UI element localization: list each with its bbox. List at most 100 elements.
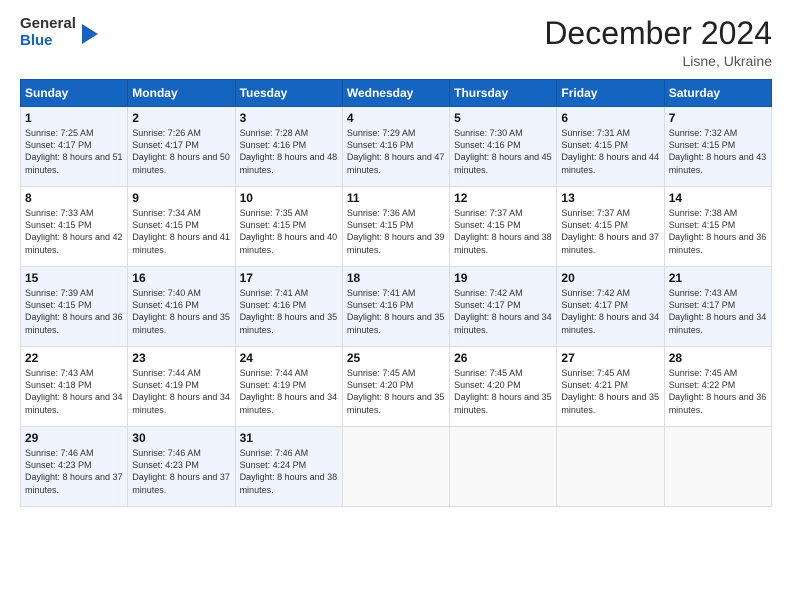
cell-info: Sunrise: 7:41 AMSunset: 4:16 PMDaylight:… bbox=[347, 288, 445, 334]
cell-info: Sunrise: 7:44 AMSunset: 4:19 PMDaylight:… bbox=[132, 368, 230, 414]
table-row: 18 Sunrise: 7:41 AMSunset: 4:16 PMDaylig… bbox=[342, 267, 449, 347]
table-row: 31 Sunrise: 7:46 AMSunset: 4:24 PMDaylig… bbox=[235, 427, 342, 507]
table-row: 14 Sunrise: 7:38 AMSunset: 4:15 PMDaylig… bbox=[664, 187, 771, 267]
month-title: December 2024 bbox=[544, 16, 772, 51]
day-number: 16 bbox=[132, 271, 230, 285]
cell-info: Sunrise: 7:25 AMSunset: 4:17 PMDaylight:… bbox=[25, 128, 123, 174]
table-row: 4 Sunrise: 7:29 AMSunset: 4:16 PMDayligh… bbox=[342, 107, 449, 187]
table-row: 2 Sunrise: 7:26 AMSunset: 4:17 PMDayligh… bbox=[128, 107, 235, 187]
table-row bbox=[450, 427, 557, 507]
table-row: 16 Sunrise: 7:40 AMSunset: 4:16 PMDaylig… bbox=[128, 267, 235, 347]
day-number: 8 bbox=[25, 191, 123, 205]
cell-info: Sunrise: 7:45 AMSunset: 4:22 PMDaylight:… bbox=[669, 368, 767, 414]
col-tuesday: Tuesday bbox=[235, 80, 342, 107]
table-row: 25 Sunrise: 7:45 AMSunset: 4:20 PMDaylig… bbox=[342, 347, 449, 427]
cell-info: Sunrise: 7:33 AMSunset: 4:15 PMDaylight:… bbox=[25, 208, 123, 254]
day-number: 21 bbox=[669, 271, 767, 285]
day-number: 17 bbox=[240, 271, 338, 285]
table-row: 21 Sunrise: 7:43 AMSunset: 4:17 PMDaylig… bbox=[664, 267, 771, 347]
table-row: 26 Sunrise: 7:45 AMSunset: 4:20 PMDaylig… bbox=[450, 347, 557, 427]
cell-info: Sunrise: 7:40 AMSunset: 4:16 PMDaylight:… bbox=[132, 288, 230, 334]
cell-info: Sunrise: 7:35 AMSunset: 4:15 PMDaylight:… bbox=[240, 208, 338, 254]
table-row: 3 Sunrise: 7:28 AMSunset: 4:16 PMDayligh… bbox=[235, 107, 342, 187]
logo: General Blue bbox=[20, 16, 100, 49]
calendar-table: Sunday Monday Tuesday Wednesday Thursday… bbox=[20, 79, 772, 507]
day-number: 4 bbox=[347, 111, 445, 125]
day-number: 7 bbox=[669, 111, 767, 125]
cell-info: Sunrise: 7:34 AMSunset: 4:15 PMDaylight:… bbox=[132, 208, 230, 254]
calendar-week-row: 15 Sunrise: 7:39 AMSunset: 4:15 PMDaylig… bbox=[21, 267, 772, 347]
col-sunday: Sunday bbox=[21, 80, 128, 107]
col-saturday: Saturday bbox=[664, 80, 771, 107]
table-row bbox=[664, 427, 771, 507]
cell-info: Sunrise: 7:45 AMSunset: 4:20 PMDaylight:… bbox=[454, 368, 552, 414]
cell-info: Sunrise: 7:30 AMSunset: 4:16 PMDaylight:… bbox=[454, 128, 552, 174]
cell-info: Sunrise: 7:29 AMSunset: 4:16 PMDaylight:… bbox=[347, 128, 445, 174]
table-row: 30 Sunrise: 7:46 AMSunset: 4:23 PMDaylig… bbox=[128, 427, 235, 507]
day-number: 1 bbox=[25, 111, 123, 125]
table-row: 17 Sunrise: 7:41 AMSunset: 4:16 PMDaylig… bbox=[235, 267, 342, 347]
day-number: 3 bbox=[240, 111, 338, 125]
day-number: 25 bbox=[347, 351, 445, 365]
table-row: 28 Sunrise: 7:45 AMSunset: 4:22 PMDaylig… bbox=[664, 347, 771, 427]
table-row: 9 Sunrise: 7:34 AMSunset: 4:15 PMDayligh… bbox=[128, 187, 235, 267]
table-row: 5 Sunrise: 7:30 AMSunset: 4:16 PMDayligh… bbox=[450, 107, 557, 187]
table-row: 15 Sunrise: 7:39 AMSunset: 4:15 PMDaylig… bbox=[21, 267, 128, 347]
day-number: 10 bbox=[240, 191, 338, 205]
day-number: 18 bbox=[347, 271, 445, 285]
day-number: 19 bbox=[454, 271, 552, 285]
cell-info: Sunrise: 7:45 AMSunset: 4:20 PMDaylight:… bbox=[347, 368, 445, 414]
table-row: 13 Sunrise: 7:37 AMSunset: 4:15 PMDaylig… bbox=[557, 187, 664, 267]
day-number: 23 bbox=[132, 351, 230, 365]
cell-info: Sunrise: 7:28 AMSunset: 4:16 PMDaylight:… bbox=[240, 128, 338, 174]
cell-info: Sunrise: 7:46 AMSunset: 4:23 PMDaylight:… bbox=[25, 448, 123, 494]
table-row: 29 Sunrise: 7:46 AMSunset: 4:23 PMDaylig… bbox=[21, 427, 128, 507]
day-number: 28 bbox=[669, 351, 767, 365]
day-number: 24 bbox=[240, 351, 338, 365]
cell-info: Sunrise: 7:31 AMSunset: 4:15 PMDaylight:… bbox=[561, 128, 659, 174]
table-row: 22 Sunrise: 7:43 AMSunset: 4:18 PMDaylig… bbox=[21, 347, 128, 427]
day-number: 9 bbox=[132, 191, 230, 205]
day-number: 5 bbox=[454, 111, 552, 125]
cell-info: Sunrise: 7:45 AMSunset: 4:21 PMDaylight:… bbox=[561, 368, 659, 414]
table-row bbox=[342, 427, 449, 507]
table-row: 20 Sunrise: 7:42 AMSunset: 4:17 PMDaylig… bbox=[557, 267, 664, 347]
logo-general: General bbox=[20, 16, 76, 33]
day-number: 30 bbox=[132, 431, 230, 445]
cell-info: Sunrise: 7:44 AMSunset: 4:19 PMDaylight:… bbox=[240, 368, 338, 414]
cell-info: Sunrise: 7:26 AMSunset: 4:17 PMDaylight:… bbox=[132, 128, 230, 174]
calendar-week-row: 22 Sunrise: 7:43 AMSunset: 4:18 PMDaylig… bbox=[21, 347, 772, 427]
day-number: 6 bbox=[561, 111, 659, 125]
cell-info: Sunrise: 7:42 AMSunset: 4:17 PMDaylight:… bbox=[561, 288, 659, 334]
col-friday: Friday bbox=[557, 80, 664, 107]
day-number: 11 bbox=[347, 191, 445, 205]
calendar-header-row: Sunday Monday Tuesday Wednesday Thursday… bbox=[21, 80, 772, 107]
calendar-week-row: 1 Sunrise: 7:25 AMSunset: 4:17 PMDayligh… bbox=[21, 107, 772, 187]
table-row: 10 Sunrise: 7:35 AMSunset: 4:15 PMDaylig… bbox=[235, 187, 342, 267]
day-number: 22 bbox=[25, 351, 123, 365]
table-row: 7 Sunrise: 7:32 AMSunset: 4:15 PMDayligh… bbox=[664, 107, 771, 187]
day-number: 20 bbox=[561, 271, 659, 285]
cell-info: Sunrise: 7:37 AMSunset: 4:15 PMDaylight:… bbox=[454, 208, 552, 254]
table-row: 27 Sunrise: 7:45 AMSunset: 4:21 PMDaylig… bbox=[557, 347, 664, 427]
table-row: 6 Sunrise: 7:31 AMSunset: 4:15 PMDayligh… bbox=[557, 107, 664, 187]
cell-info: Sunrise: 7:32 AMSunset: 4:15 PMDaylight:… bbox=[669, 128, 767, 174]
page: General Blue December 2024 Lisne, Ukrain… bbox=[0, 0, 792, 612]
logo-triangle-icon bbox=[78, 20, 100, 48]
table-row bbox=[557, 427, 664, 507]
cell-info: Sunrise: 7:46 AMSunset: 4:24 PMDaylight:… bbox=[240, 448, 338, 494]
cell-info: Sunrise: 7:43 AMSunset: 4:17 PMDaylight:… bbox=[669, 288, 767, 334]
day-number: 2 bbox=[132, 111, 230, 125]
cell-info: Sunrise: 7:38 AMSunset: 4:15 PMDaylight:… bbox=[669, 208, 767, 254]
col-monday: Monday bbox=[128, 80, 235, 107]
day-number: 14 bbox=[669, 191, 767, 205]
title-block: December 2024 Lisne, Ukraine bbox=[544, 16, 772, 69]
day-number: 15 bbox=[25, 271, 123, 285]
cell-info: Sunrise: 7:46 AMSunset: 4:23 PMDaylight:… bbox=[132, 448, 230, 494]
table-row: 1 Sunrise: 7:25 AMSunset: 4:17 PMDayligh… bbox=[21, 107, 128, 187]
table-row: 24 Sunrise: 7:44 AMSunset: 4:19 PMDaylig… bbox=[235, 347, 342, 427]
table-row: 8 Sunrise: 7:33 AMSunset: 4:15 PMDayligh… bbox=[21, 187, 128, 267]
cell-info: Sunrise: 7:39 AMSunset: 4:15 PMDaylight:… bbox=[25, 288, 123, 334]
table-row: 19 Sunrise: 7:42 AMSunset: 4:17 PMDaylig… bbox=[450, 267, 557, 347]
cell-info: Sunrise: 7:43 AMSunset: 4:18 PMDaylight:… bbox=[25, 368, 123, 414]
